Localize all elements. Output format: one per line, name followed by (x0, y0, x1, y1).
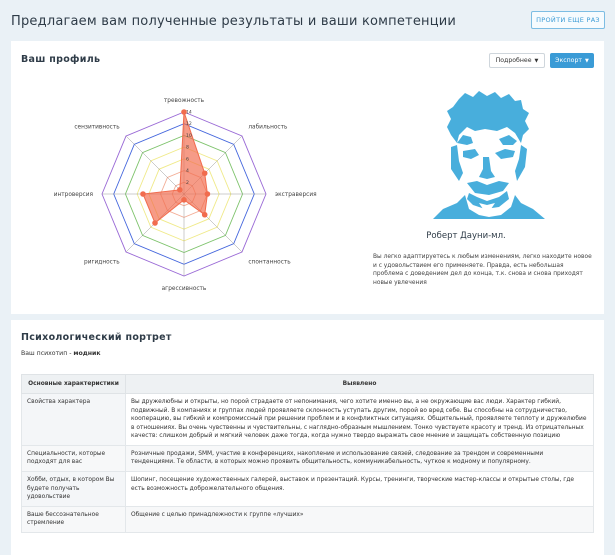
page-title: Предлагаем вам полученные результаты и в… (11, 14, 457, 29)
radar-category-label: интроверсия (54, 192, 93, 198)
radar-tick-label: 6 (186, 156, 189, 162)
radar-point (140, 191, 146, 197)
radar-chart: 2 4 6 8 10 12 14 тревожность лабильность экстрав… (54, 98, 317, 292)
table-header-found: Выявлено (125, 374, 594, 394)
radar-point (201, 170, 208, 177)
radar-category-label: тревожность (164, 98, 205, 104)
row-key: Специальности, которые подходят для вас (21, 444, 126, 472)
psychotype-label: Ваш психотип - (21, 350, 72, 357)
row-value: Розничные продажи, SMM, участие в конфер… (125, 444, 594, 472)
row-key: Хобби, отдых, в котором Вы будете получа… (21, 470, 126, 507)
radar-tick-label: 8 (186, 145, 189, 151)
export-dropdown-button[interactable]: Экспорт ▼ (550, 53, 594, 68)
radar-tick-label: 14 (186, 110, 192, 116)
radar-area (142, 111, 208, 224)
radar-tick-label: 4 (186, 168, 189, 174)
radar-category-label: спонтанность (248, 259, 291, 265)
celebrity-description: Вы легко адаптируетесь к любым изменения… (373, 254, 592, 286)
profile-card: Ваш профиль Подробнее ▼ Экспорт ▼ 2 4 6 8 10… (11, 41, 604, 314)
radar-tick-label: 2 (186, 180, 189, 186)
radar-point (201, 211, 208, 218)
radar-category-label: лабильность (248, 125, 288, 131)
radar-category-label: агрессивность (162, 286, 207, 292)
radar-point (152, 220, 158, 226)
radar-category-label: ригидность (84, 259, 120, 265)
table-row: Хобби, отдых, в котором Вы будете получа… (21, 470, 594, 507)
table-row: Свойства характера Вы дружелюбны и откры… (21, 393, 594, 446)
radar-axis (125, 135, 185, 195)
radar-tick-label: 12 (186, 121, 192, 127)
row-key: Ваше бессознательное стремление (21, 505, 126, 533)
portrait-title: Психологический портрет (21, 332, 172, 343)
celebrity-name: Роберт Дауни-мл. (426, 231, 506, 241)
psychotype-value: модник (73, 350, 101, 357)
characteristics-table: Основные характеристики Выявлено Свойств… (21, 374, 594, 533)
radar-point (177, 187, 183, 193)
psychotype-line: Ваш психотип - модник (21, 350, 101, 357)
celebrity-portrait (433, 91, 545, 219)
table-header-characteristics: Основные характеристики (21, 374, 126, 394)
row-value: Общение с целью принадлежности к группе … (125, 505, 594, 533)
table-row: Ваше бессознательное стремление Общение … (21, 505, 594, 533)
more-dropdown-button[interactable]: Подробнее ▼ (489, 53, 545, 68)
row-key: Свойства характера (21, 393, 126, 446)
retry-test-button[interactable]: ПРОЙТИ ЕЩЕ РАЗ (531, 11, 605, 29)
portrait-card: Психологический портрет Ваш психотип - м… (11, 320, 604, 555)
export-label: Экспорт (555, 57, 582, 64)
chevron-down-icon: ▼ (534, 57, 539, 64)
radar-point (204, 191, 211, 197)
radar-tick-label: 10 (186, 133, 192, 139)
chevron-down-icon: ▼ (584, 57, 589, 64)
row-value: Вы дружелюбны и открыты, но порой страда… (125, 393, 594, 446)
table-row: Специальности, которые подходят для вас … (21, 444, 594, 472)
row-value: Шопинг, посещение художественных галерей… (125, 470, 594, 507)
radar-category-label: экстраверсия (275, 192, 317, 198)
more-label: Подробнее (495, 57, 532, 64)
radar-point (181, 197, 187, 203)
radar-category-label: сензитивность (74, 125, 120, 131)
